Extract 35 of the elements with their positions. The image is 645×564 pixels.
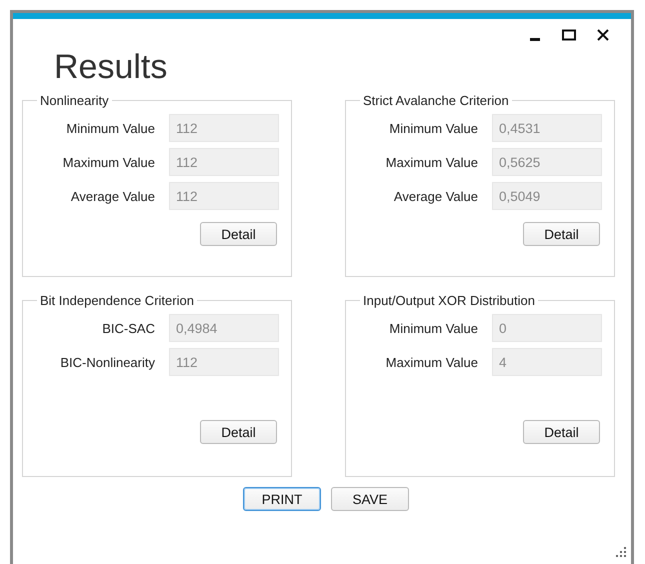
field-label: Maximum Value <box>62 154 155 170</box>
field-label: Average Value <box>392 188 478 204</box>
value-field[interactable]: 0 <box>492 314 602 342</box>
value-field[interactable]: 4 <box>492 348 602 376</box>
value-field[interactable]: 112 <box>169 182 279 210</box>
print-button[interactable]: PRINT <box>243 487 321 511</box>
value-field[interactable]: 0,5625 <box>492 148 602 176</box>
value-field[interactable]: 112 <box>169 348 279 376</box>
maximize-icon[interactable] <box>562 29 576 41</box>
value-field[interactable]: 112 <box>169 114 279 142</box>
field-label: Maximum Value <box>384 354 478 370</box>
field-label: Minimum Value <box>388 120 478 136</box>
group-title: Strict Avalanche Criterion <box>362 93 510 108</box>
value-field[interactable]: 0,4531 <box>492 114 602 142</box>
value-field[interactable]: 112 <box>169 148 279 176</box>
field-label: Average Value <box>70 188 155 204</box>
detail-button[interactable]: Detail <box>200 222 277 246</box>
close-icon[interactable] <box>596 28 610 42</box>
group-title: Bit Independence Criterion <box>39 293 195 308</box>
detail-button[interactable]: Detail <box>523 420 600 444</box>
field-label: BIC-Nonlinearity <box>59 354 155 370</box>
group-title: Nonlinearity <box>39 93 110 108</box>
value-field[interactable]: 0,5049 <box>492 182 602 210</box>
field-label: Minimum Value <box>65 120 155 136</box>
detail-button[interactable]: Detail <box>523 222 600 246</box>
field-label: BIC-SAC <box>101 320 155 336</box>
field-label: Maximum Value <box>384 154 478 170</box>
field-label: Minimum Value <box>388 320 478 336</box>
detail-button[interactable]: Detail <box>200 420 277 444</box>
group-title: Input/Output XOR Distribution <box>362 293 536 308</box>
minimize-icon[interactable] <box>530 38 540 42</box>
value-field[interactable]: 0,4984 <box>169 314 279 342</box>
resize-grip-icon[interactable] <box>615 546 627 558</box>
window-title: Results <box>54 47 168 88</box>
save-button[interactable]: SAVE <box>331 487 409 511</box>
